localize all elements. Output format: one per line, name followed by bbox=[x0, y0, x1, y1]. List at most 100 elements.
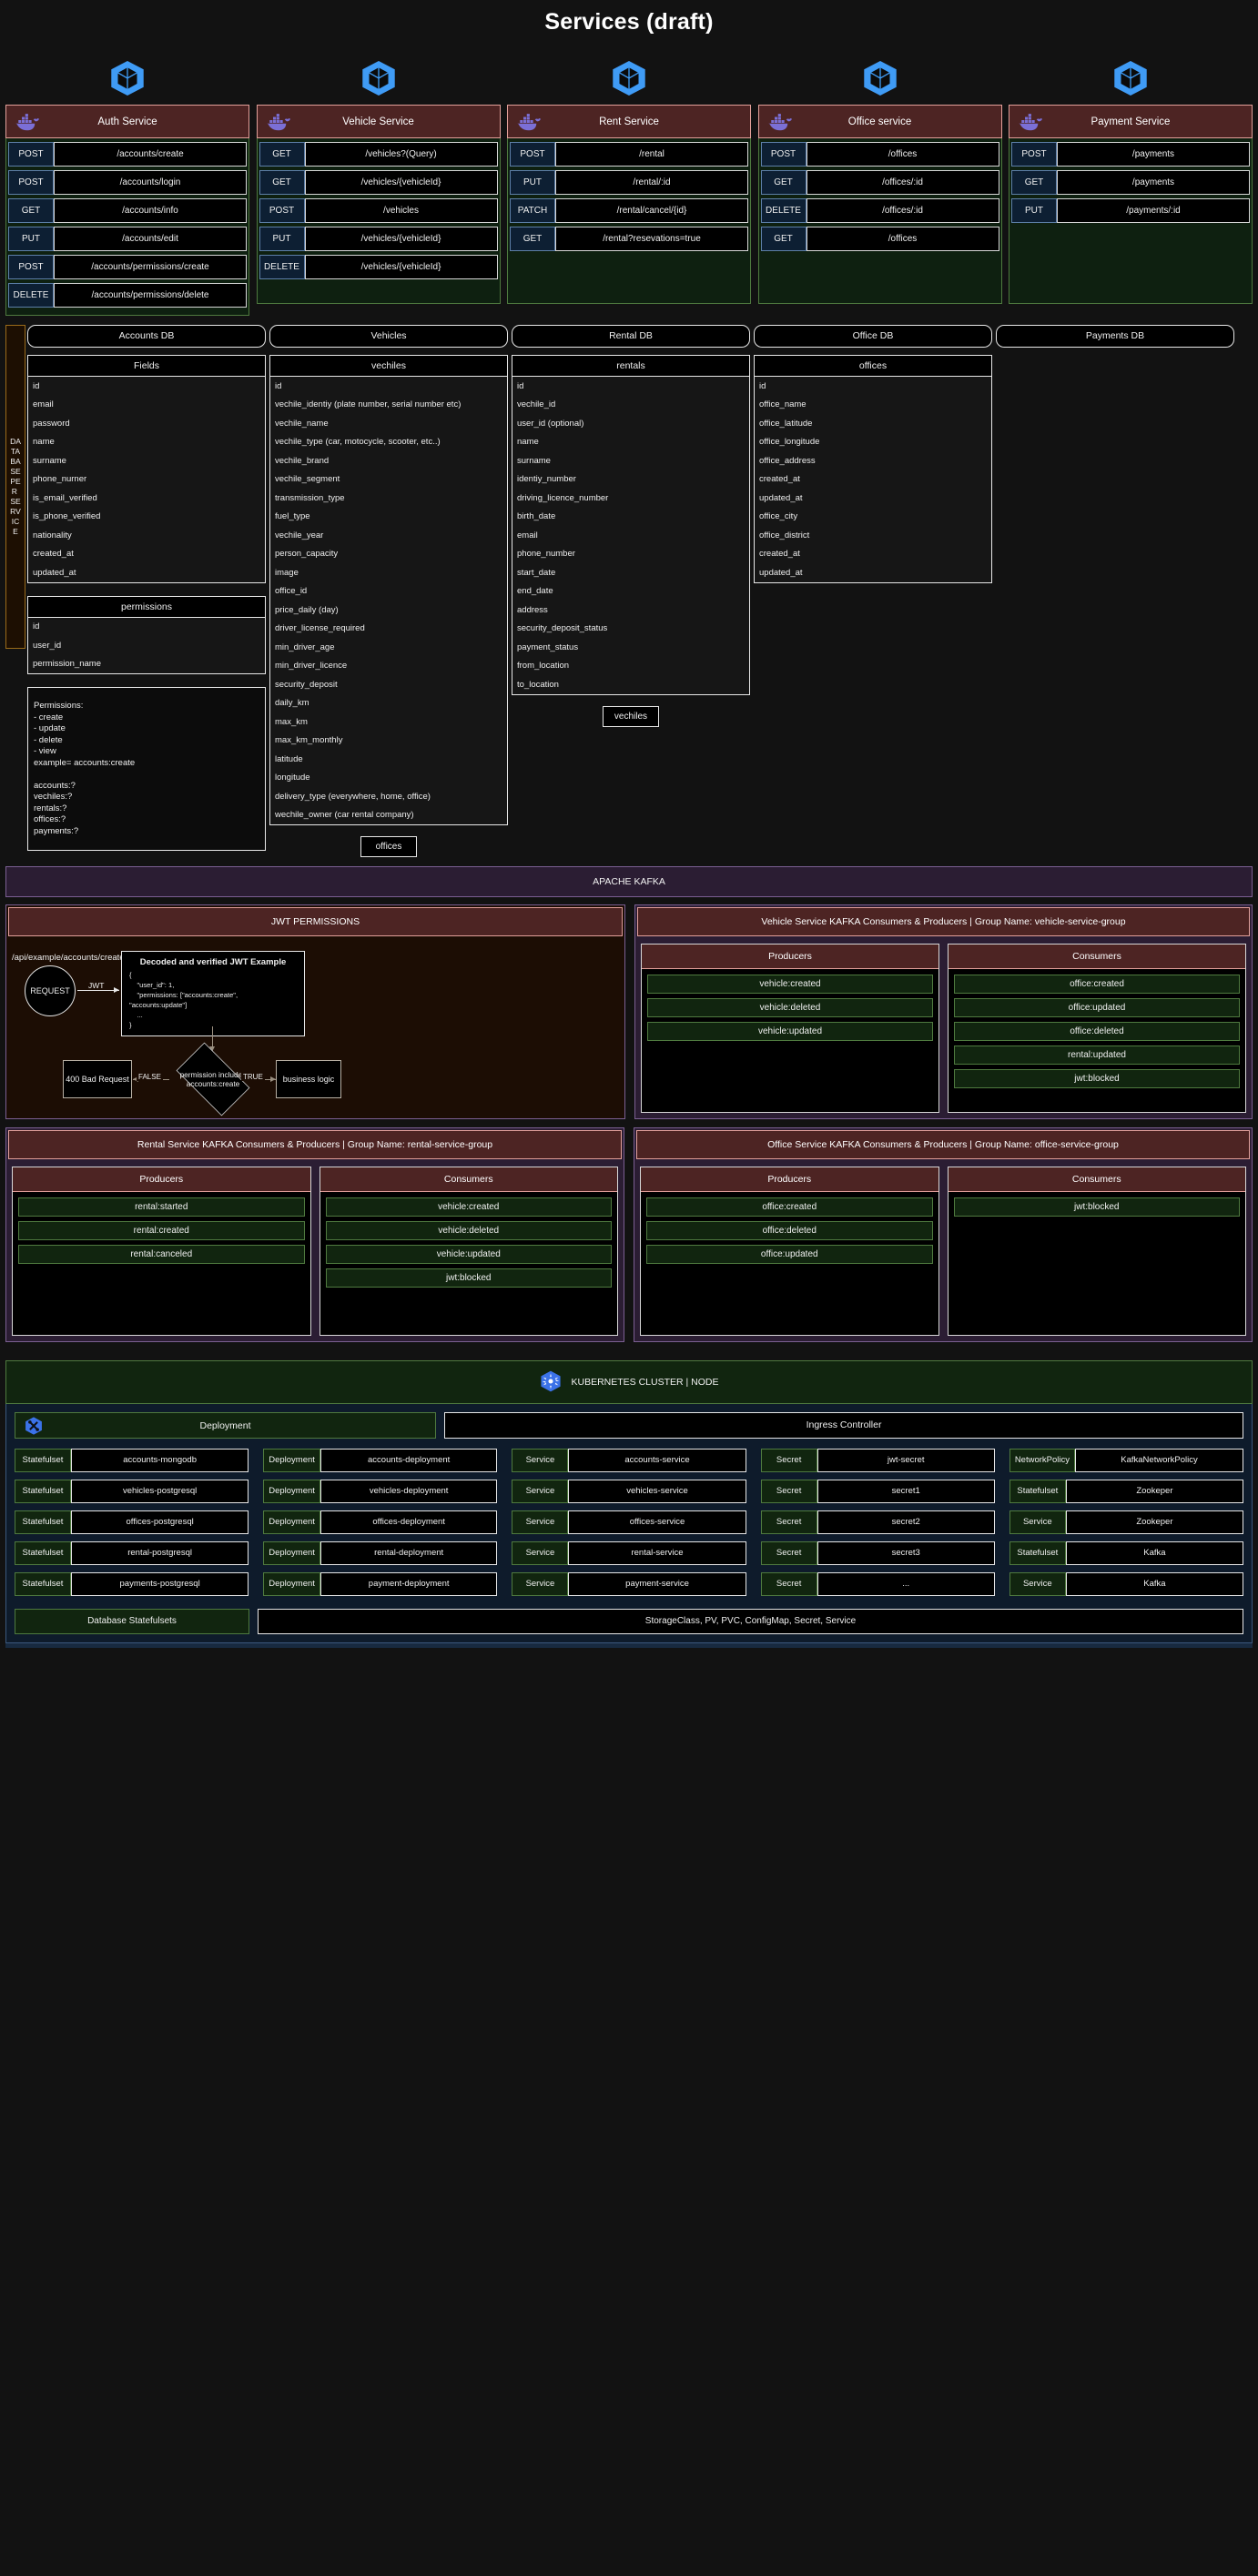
kubernetes-resource[interactable]: Service vehicles-service bbox=[512, 1480, 746, 1503]
kubernetes-resource[interactable]: Service payment-service bbox=[512, 1572, 746, 1596]
field-row: office_latitude bbox=[759, 418, 813, 429]
kubernetes-resource[interactable]: Service rental-service bbox=[512, 1541, 746, 1565]
kubernetes-logo-icon bbox=[257, 52, 501, 105]
field-row: office_address bbox=[759, 455, 816, 466]
endpoint-row[interactable]: POST/vehicles bbox=[259, 198, 498, 223]
kafka-consumers-column: Consumers office:created office:updated off… bbox=[948, 944, 1246, 1113]
endpoint-row[interactable]: POST/accounts/login bbox=[8, 170, 247, 195]
kubernetes-resource[interactable]: Service Zookeper bbox=[1009, 1510, 1244, 1534]
endpoint-method: POST bbox=[8, 255, 54, 279]
database-column: Accounts DB Fields id email password name surn… bbox=[24, 321, 266, 857]
kafka-consumers-column: Consumers jwt:blocked bbox=[947, 1167, 1246, 1336]
kubernetes-resource[interactable]: Service offices-service bbox=[512, 1510, 746, 1534]
kubernetes-resource[interactable]: Statefulset Kafka bbox=[1009, 1541, 1244, 1565]
panel-row-2: Rental Service KAFKA Consumers & Produce… bbox=[5, 1127, 1253, 1342]
kubernetes-resource[interactable]: Statefulset offices-postgresql bbox=[15, 1510, 249, 1534]
kubernetes-resource[interactable]: Statefulset vehicles-postgresql bbox=[15, 1480, 249, 1503]
endpoint-row[interactable]: GET/offices bbox=[760, 227, 999, 251]
kubernetes-resource[interactable]: Service Kafka bbox=[1009, 1572, 1244, 1596]
endpoint-path: /accounts/create bbox=[54, 142, 247, 167]
field-row: email bbox=[33, 399, 54, 409]
endpoint-path: /offices bbox=[806, 142, 999, 167]
kubernetes-resource[interactable]: NetworkPolicy KafkaNetworkPolicy bbox=[1009, 1449, 1244, 1472]
resource-name: vehicles-service bbox=[568, 1480, 746, 1503]
endpoint-row[interactable]: GET/payments bbox=[1011, 170, 1250, 195]
bottom-divider bbox=[5, 1643, 1253, 1648]
kafka-panel-body: Producers office:created office:deleted off… bbox=[634, 1161, 1252, 1341]
kubernetes-resource[interactable]: Statefulset Zookeper bbox=[1009, 1480, 1244, 1503]
kafka-topic: office:deleted bbox=[646, 1221, 933, 1240]
kubernetes-resource[interactable]: Secret... bbox=[760, 1572, 995, 1596]
kafka-panel: Rental Service KAFKA Consumers & Produce… bbox=[5, 1127, 624, 1342]
field-row: address bbox=[517, 604, 548, 615]
endpoint-row[interactable]: POST/payments bbox=[1011, 142, 1250, 167]
kubernetes-resource[interactable]: Secret secret1 bbox=[760, 1480, 995, 1503]
related-table-chip: vechiles bbox=[603, 705, 659, 727]
bad-request-node: 400 Bad Request bbox=[63, 1060, 132, 1098]
kubernetes-resource[interactable]: Deployment accounts-deployment bbox=[263, 1449, 498, 1472]
endpoint-method: PUT bbox=[1011, 198, 1057, 223]
endpoint-method: PUT bbox=[8, 227, 54, 251]
service-name: Payment Service bbox=[1091, 116, 1171, 127]
kubernetes-resource[interactable]: Statefulset payments-postgresql bbox=[15, 1572, 249, 1596]
field-row: payment_status bbox=[517, 641, 579, 652]
endpoint-row[interactable]: GET/vehicles/{vehicleId} bbox=[259, 170, 498, 195]
kafka-topic: office:created bbox=[954, 975, 1240, 994]
endpoint-row[interactable]: GET/vehicles?(Query) bbox=[259, 142, 498, 167]
database-per-service-label: D​A​T​A​B​A​S​E​ ​P​E​R​ ​S​E​R​V​I​C​E bbox=[5, 325, 25, 649]
service-endpoints: POST/accounts/create POST/accounts/login G… bbox=[5, 138, 249, 316]
endpoint-row[interactable]: PUT/vehicles/{vehicleId} bbox=[259, 227, 498, 251]
docker-whale-icon bbox=[515, 109, 543, 139]
kubernetes-resource[interactable]: Deployment rental-deployment bbox=[263, 1541, 498, 1565]
endpoint-row[interactable]: DELETE/offices/:id bbox=[760, 198, 999, 223]
endpoint-row[interactable]: GET/rental?resevations=true bbox=[510, 227, 748, 251]
field-row: latitude bbox=[275, 753, 303, 764]
endpoint-row[interactable]: PUT/payments/:id bbox=[1011, 198, 1250, 223]
endpoint-row[interactable]: POST/rental bbox=[510, 142, 748, 167]
field-table-title: rentals bbox=[512, 356, 749, 377]
field-row: max_km bbox=[275, 716, 308, 727]
request-node: REQUEST bbox=[25, 965, 76, 1016]
docker-whale-icon bbox=[14, 109, 41, 139]
jwt-edge-label: JWT bbox=[86, 981, 107, 990]
kubernetes-resource[interactable]: Statefulset accounts-mongodb bbox=[15, 1449, 249, 1472]
service-header: Auth Service bbox=[5, 105, 249, 138]
kubernetes-resource[interactable]: Deployment vehicles-deployment bbox=[263, 1480, 498, 1503]
field-row: vechile_segment bbox=[275, 474, 340, 484]
resource-name: rental-deployment bbox=[320, 1541, 498, 1565]
kubernetes-resource[interactable]: Secret secret2 bbox=[760, 1510, 995, 1534]
kafka-topic: jwt:blocked bbox=[325, 1268, 612, 1288]
resource-name: offices-service bbox=[568, 1510, 746, 1534]
service-name: Office service bbox=[847, 116, 912, 127]
endpoint-row[interactable]: POST/offices bbox=[760, 142, 999, 167]
decoded-jwt-title: Decoded and verified JWT Example bbox=[139, 957, 287, 967]
endpoint-row[interactable]: DELETE/accounts/permissions/delete bbox=[8, 283, 247, 308]
endpoint-row[interactable]: POST/accounts/create bbox=[8, 142, 247, 167]
endpoint-row[interactable]: GET/accounts/info bbox=[8, 198, 247, 223]
kubernetes-resource[interactable]: Secret jwt-secret bbox=[760, 1449, 995, 1472]
kubernetes-resource[interactable]: Deployment offices-deployment bbox=[263, 1510, 498, 1534]
resource-name: secret1 bbox=[817, 1480, 995, 1503]
field-row: driver_license_required bbox=[275, 623, 365, 633]
kubernetes-resource[interactable]: Deployment payment-deployment bbox=[263, 1572, 498, 1596]
resource-kind: Service bbox=[1009, 1572, 1066, 1596]
kubernetes-resource[interactable]: Service accounts-service bbox=[512, 1449, 746, 1472]
field-row: start_date bbox=[517, 567, 556, 578]
endpoint-row[interactable]: PATCH/rental/cancel/{id} bbox=[510, 198, 748, 223]
endpoint-row[interactable]: POST/accounts/permissions/create bbox=[8, 255, 247, 279]
endpoint-method: POST bbox=[8, 170, 54, 195]
database-name-pill: Office DB bbox=[754, 325, 992, 348]
kubernetes-resource[interactable]: Secret secret3 bbox=[760, 1541, 995, 1565]
kubernetes-resource-column: NetworkPolicy KafkaNetworkPolicy Statefuls… bbox=[1009, 1449, 1244, 1603]
endpoint-method: DELETE bbox=[760, 198, 807, 223]
resource-name: Zookeper bbox=[1065, 1510, 1244, 1534]
kubernetes-resource[interactable]: Statefulset rental-postgresql bbox=[15, 1541, 249, 1565]
endpoint-row[interactable]: PUT/accounts/edit bbox=[8, 227, 247, 251]
endpoint-row[interactable]: PUT/rental/:id bbox=[510, 170, 748, 195]
kubernetes-logo-icon bbox=[758, 52, 1002, 105]
endpoint-row[interactable]: DELETE/vehicles/{vehicleId} bbox=[259, 255, 498, 279]
endpoint-row[interactable]: GET/offices/:id bbox=[760, 170, 999, 195]
field-row: birth_date bbox=[517, 511, 556, 521]
field-row: vechile_name bbox=[275, 418, 329, 429]
database-columns: Accounts DB Fields id email password name surn… bbox=[0, 321, 1258, 857]
